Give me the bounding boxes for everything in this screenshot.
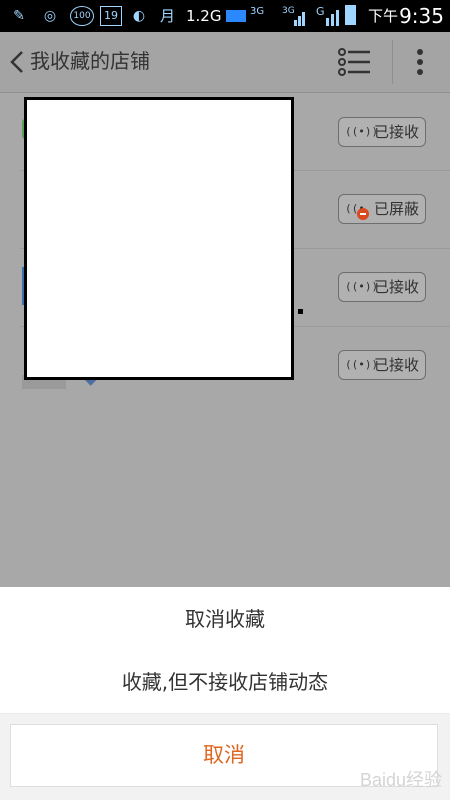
- progress-indicator: [226, 10, 246, 22]
- badge-100-icon: 100: [70, 6, 94, 26]
- list-icon: [338, 48, 370, 76]
- clock: 9:35: [399, 4, 444, 28]
- battery-icon: [345, 5, 356, 25]
- back-button[interactable]: [4, 42, 32, 82]
- status-label: 已接收: [374, 356, 420, 374]
- status-label: 已屏蔽: [374, 200, 420, 218]
- action-sheet: 取消收藏 收藏,但不接收店铺动态 取消 Baidu经验: [0, 587, 450, 800]
- time-period: 下午: [368, 7, 399, 25]
- signal-bar: [331, 14, 334, 26]
- notif-count: 100: [73, 11, 91, 21]
- calendar-icon: 19: [100, 6, 122, 26]
- signal-bar: [298, 16, 301, 26]
- list-view-button[interactable]: [334, 44, 374, 80]
- header-divider: [392, 40, 393, 84]
- status-label: 已接收: [374, 278, 420, 296]
- status-button-blocked[interactable]: ((• 已屏蔽: [338, 194, 426, 224]
- unfavorite-option[interactable]: 取消收藏: [0, 601, 450, 637]
- status-button-received[interactable]: ((•)) 已接收: [338, 350, 426, 380]
- favorite-no-updates-option[interactable]: 收藏,但不接收店铺动态: [0, 664, 450, 700]
- redaction-box: [24, 97, 294, 380]
- signal-bar: [294, 20, 297, 26]
- page-title: 我收藏的店铺: [30, 49, 150, 73]
- chat-icon: ◎: [43, 8, 57, 24]
- block-icon: [357, 208, 369, 220]
- status-button-received[interactable]: ((•)) 已接收: [338, 117, 426, 147]
- broom-icon: ✎: [13, 8, 25, 24]
- net-speed: 1.2G: [186, 7, 222, 25]
- net-type-1: 3G: [250, 6, 265, 17]
- status-button-received[interactable]: ((•)) 已接收: [338, 272, 426, 302]
- net-type-3: G: [316, 5, 325, 18]
- more-options-button[interactable]: [404, 44, 436, 80]
- watermark: Baidu经验: [359, 770, 442, 790]
- status-label: 已接收: [374, 123, 420, 141]
- signal-bar: [326, 18, 329, 26]
- status-bar: ✎ ◎ 100 19 ◐ 月 1.2G 3G 3G G 下午 9:35: [0, 0, 450, 32]
- month-label: 月: [160, 7, 176, 25]
- net-type-2: 3G: [282, 6, 295, 16]
- marker-dot: [298, 309, 303, 314]
- more-vertical-icon: [417, 49, 423, 75]
- pointer-icon: ◐: [132, 8, 146, 24]
- signal-bar: [336, 10, 339, 26]
- signal-bar: [302, 12, 305, 26]
- calendar-day: 19: [104, 9, 118, 22]
- title-bar: 我收藏的店铺: [0, 32, 450, 93]
- chevron-left-icon: [10, 51, 23, 73]
